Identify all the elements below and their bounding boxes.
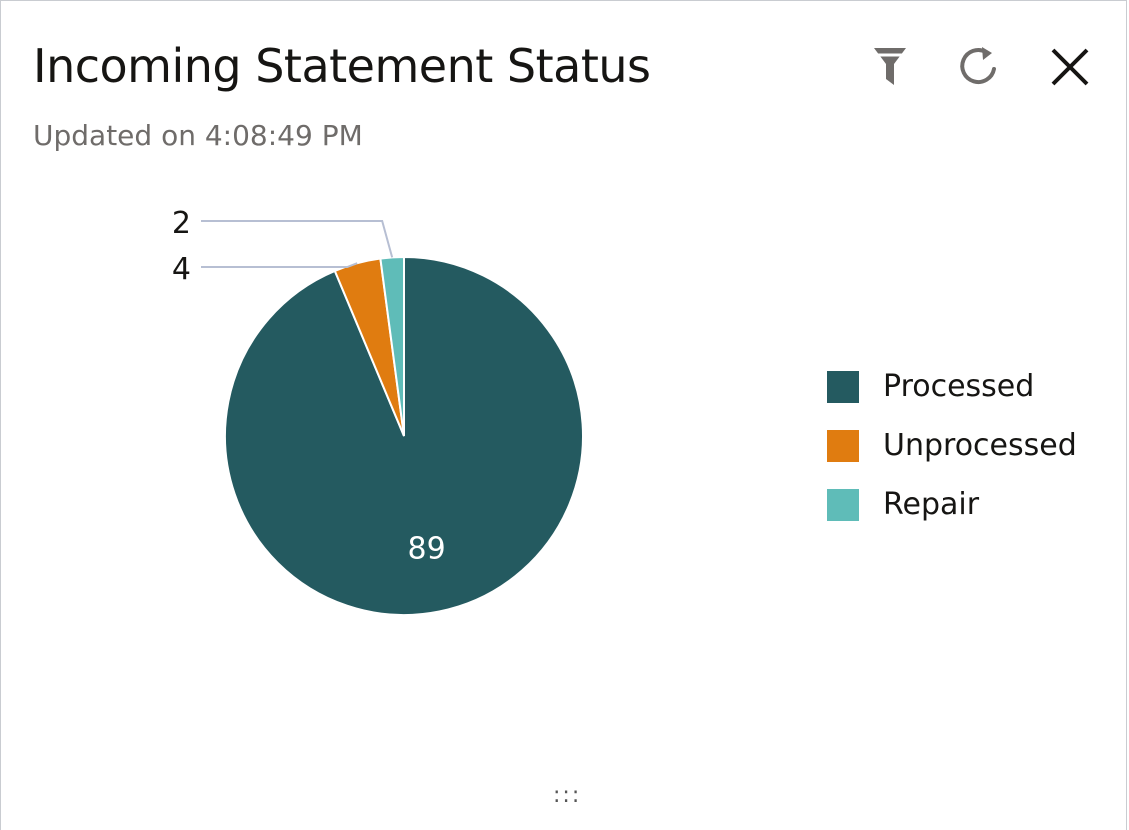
widget-card: Incoming Statement Status Updated on 4:0… xyxy=(0,0,1127,830)
data-label-unprocessed: 4 xyxy=(172,252,191,287)
legend-swatch xyxy=(827,429,859,462)
legend-item-repair[interactable]: Repair xyxy=(827,475,1077,534)
legend-swatch xyxy=(827,370,859,403)
legend-item-processed[interactable]: Processed xyxy=(827,357,1077,416)
resize-handle[interactable]: ::: xyxy=(553,783,581,808)
legend-label: Processed xyxy=(883,369,1035,404)
leader-line-repair xyxy=(201,220,394,258)
data-label-repair: 2 xyxy=(172,206,191,241)
legend-label: Repair xyxy=(883,487,980,522)
data-label-processed: 89 xyxy=(407,531,445,566)
legend-item-unprocessed[interactable]: Unprocessed xyxy=(827,416,1077,475)
legend-label: Unprocessed xyxy=(883,428,1077,463)
leader-line-unprocessed xyxy=(201,262,358,268)
legend-swatch xyxy=(827,488,859,521)
chart-legend: Processed Unprocessed Repair xyxy=(827,357,1077,534)
